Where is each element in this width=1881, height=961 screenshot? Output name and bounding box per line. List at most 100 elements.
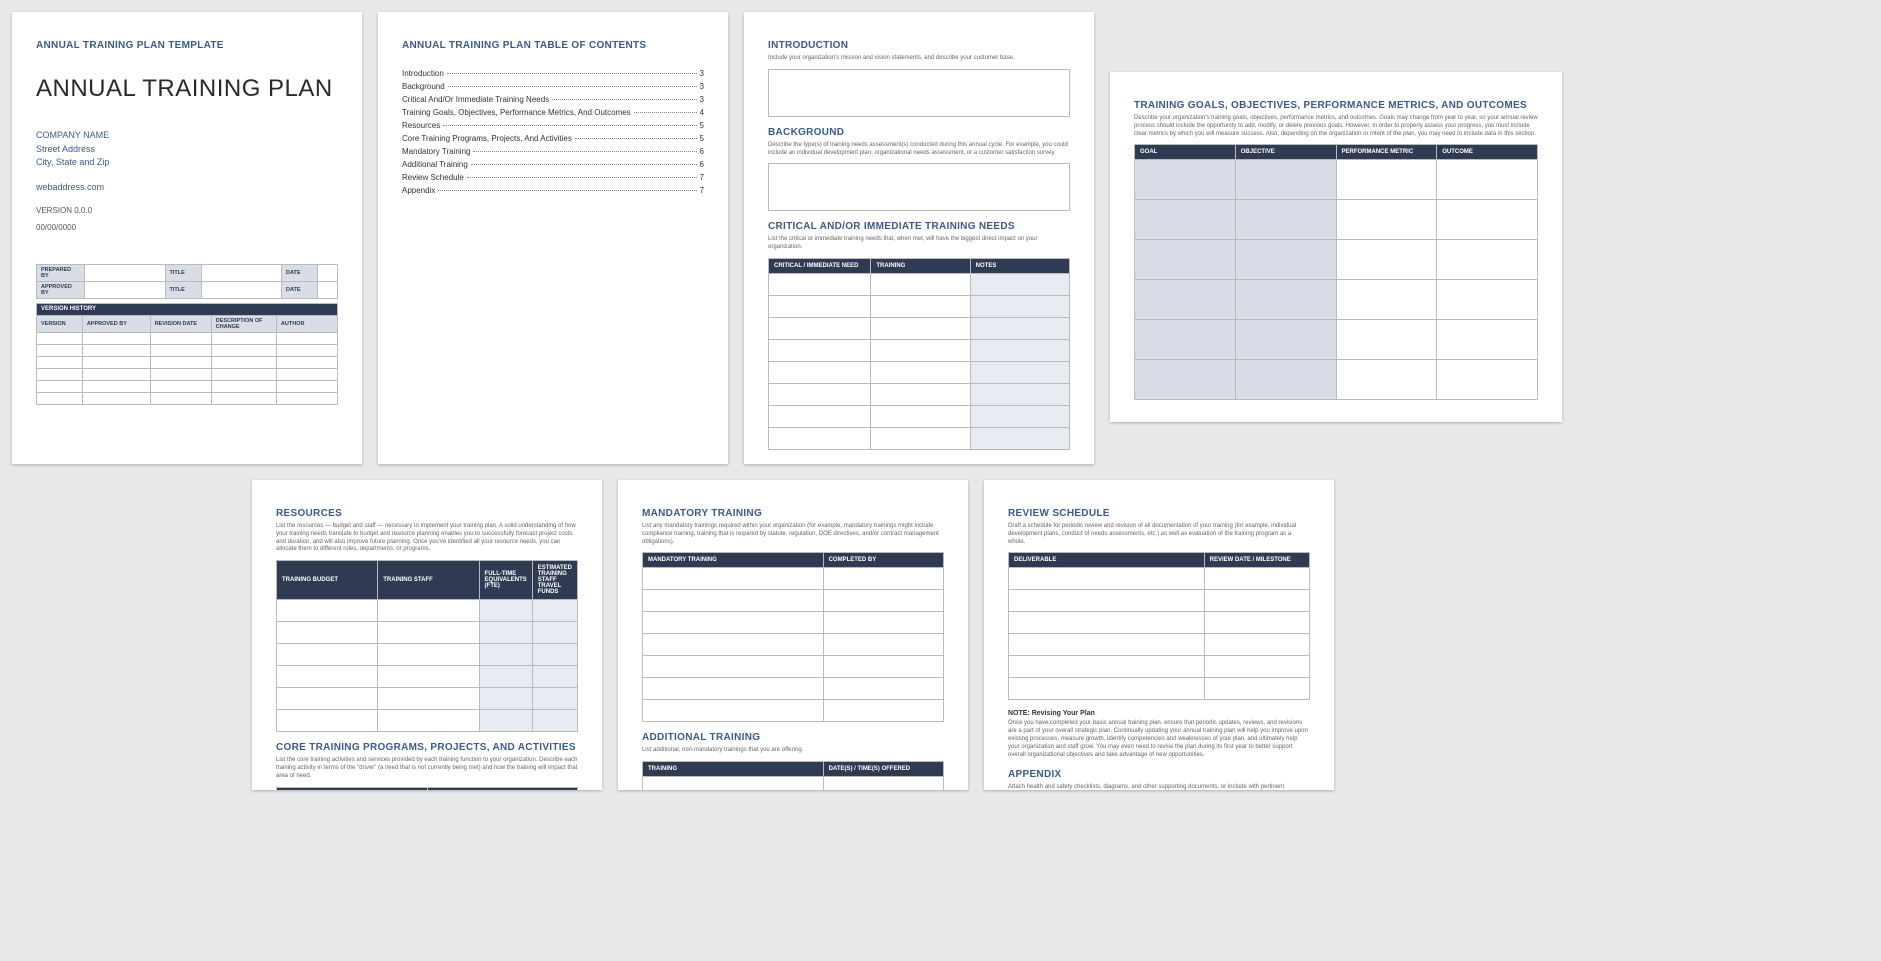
toc-item-label: Critical And/Or Immediate Training Needs	[402, 95, 549, 104]
mand-col-0: MANDATORY TRAINING	[643, 553, 824, 568]
crit-col-2: NOTES	[970, 258, 1069, 273]
review-table: DELIVERABLE REVIEW DATE / MILESTONE	[1008, 552, 1310, 700]
title-label-1: TITLE	[165, 264, 201, 281]
toc-item-label: Review Schedule	[402, 173, 464, 182]
toc-dots	[471, 164, 697, 165]
date-label-1: DATE	[282, 264, 318, 281]
toc-item: Introduction 3	[402, 69, 704, 78]
signoff-table: PREPARED BY TITLE DATE APPROVED BY TITLE…	[36, 264, 338, 299]
toc-item-page: 3	[700, 69, 704, 78]
vh-col-1: APPROVED BY	[82, 315, 150, 332]
document-title: ANNUAL TRAINING PLAN	[36, 75, 338, 103]
toc-item: Appendix 7	[402, 186, 704, 195]
toc-item-label: Mandatory Training	[402, 147, 470, 156]
intro-input[interactable]	[768, 69, 1070, 117]
resources-table: TRAINING BUDGET TRAINING STAFF FULL-TIME…	[276, 560, 578, 732]
toc-item: Review Schedule 7	[402, 173, 704, 182]
goals-col-0: GOAL	[1135, 145, 1236, 160]
crit-col-1: TRAINING	[871, 258, 970, 273]
toc-item-page: 4	[700, 108, 704, 117]
version-history-header: VERSION HISTORY	[37, 303, 338, 315]
toc-dots	[438, 190, 696, 191]
approved-by-cell[interactable]	[85, 281, 166, 298]
toc-item-page: 3	[700, 95, 704, 104]
toc-item: Background3	[402, 82, 704, 91]
crit-desc: List the critical or immediate training …	[768, 236, 1070, 252]
goals-col-1: OBJECTIVE	[1235, 145, 1336, 160]
bg-title: BACKGROUND	[768, 127, 1070, 138]
vh-col-2: REVISION DATE	[150, 315, 211, 332]
page-cover: ANNUAL TRAINING PLAN TEMPLATE ANNUAL TRA…	[12, 12, 362, 464]
note-body: Once you have completed your basic annua…	[1008, 720, 1310, 759]
core-title: CORE TRAINING PROGRAMS, PROJECTS, AND AC…	[276, 742, 578, 753]
toc-dots	[634, 112, 697, 113]
version-line: VERSION 0.0.0	[36, 206, 338, 215]
version-history-table: VERSION HISTORY VERSION APPROVED BY REVI…	[36, 303, 338, 405]
toc-item-page: 5	[700, 134, 704, 143]
company-name: COMPANY NAME	[36, 129, 338, 143]
toc-item-label: Introduction	[402, 69, 444, 78]
intro-desc: Include your organization's mission and …	[768, 55, 1070, 63]
page-mandatory: MANDATORY TRAINING List any mandatory tr…	[618, 480, 968, 790]
toc-item: Resources5	[402, 121, 704, 130]
res-col-1: TRAINING STAFF	[378, 561, 479, 600]
mandatory-table: MANDATORY TRAINING COMPLETED BY	[642, 552, 944, 722]
toc-item-page: 7	[700, 173, 704, 182]
date-cell-2[interactable]	[318, 281, 338, 298]
toc-item-page: 6	[700, 160, 704, 169]
toc-dots	[443, 125, 696, 126]
page-review: REVIEW SCHEDULE Draft a schedule for per…	[984, 480, 1334, 790]
prepared-by-cell[interactable]	[85, 264, 166, 281]
mand-desc: List any mandatory trainings required wi…	[642, 523, 944, 546]
toc-dots	[448, 86, 697, 87]
bg-input[interactable]	[768, 163, 1070, 211]
toc-item: Core Training Programs, Projects, And Ac…	[402, 134, 704, 143]
goals-desc: Describe your organization's training go…	[1134, 115, 1538, 138]
page-goals: TRAINING GOALS, OBJECTIVES, PERFORMANCE …	[1110, 72, 1562, 422]
vh-col-3: DESCRIPTION OF CHANGE	[211, 315, 276, 332]
res-col-3: ESTIMATED TRAINING STAFF TRAVEL FUNDS	[532, 561, 577, 600]
pages-row-2: RESOURCES List the resources — budget an…	[252, 480, 1869, 790]
res-col-0: TRAINING BUDGET	[277, 561, 378, 600]
date-line: 00/00/0000	[36, 223, 338, 232]
toc-item: Critical And/Or Immediate Training Needs…	[402, 95, 704, 104]
page-intro-bg-critical: INTRODUCTION Include your organization's…	[744, 12, 1094, 464]
prepared-by-label: PREPARED BY	[37, 264, 85, 281]
vh-col-4: AUTHOR	[276, 315, 337, 332]
crit-title: CRITICAL AND/OR IMMEDIATE TRAINING NEEDS	[768, 221, 1070, 232]
company-info: COMPANY NAME Street Address City, State …	[36, 129, 338, 170]
toc-item-label: Additional Training	[402, 160, 468, 169]
add-desc: List additional, non-mandatory trainings…	[642, 747, 944, 755]
toc-item-page: 7	[700, 186, 704, 195]
template-header: ANNUAL TRAINING PLAN TEMPLATE	[36, 40, 338, 51]
toc-item: Additional Training 6	[402, 160, 704, 169]
note-title: NOTE: Revising Your Plan	[1008, 710, 1310, 717]
rev-title: REVIEW SCHEDULE	[1008, 508, 1310, 519]
rev-col-0: DELIVERABLE	[1009, 553, 1205, 568]
toc-dots	[467, 177, 697, 178]
crit-col-0: CRITICAL / IMMEDIATE NEED	[769, 258, 871, 273]
date-cell-1[interactable]	[318, 264, 338, 281]
toc-item-label: Resources	[402, 121, 440, 130]
res-desc: List the resources — budget and staff — …	[276, 523, 578, 554]
company-web: webaddress.com	[36, 182, 338, 192]
app-title: APPENDIX	[1008, 769, 1310, 780]
app-desc: Attach health and safety checklists, dia…	[1008, 784, 1310, 790]
page-resources: RESOURCES List the resources — budget an…	[252, 480, 602, 790]
intro-title: INTRODUCTION	[768, 40, 1070, 51]
goals-table: GOAL OBJECTIVE PERFORMANCE METRIC OUTCOM…	[1134, 144, 1538, 400]
company-street: Street Address	[36, 143, 338, 157]
title-cell-2[interactable]	[201, 281, 282, 298]
goals-col-2: PERFORMANCE METRIC	[1336, 145, 1437, 160]
toc-item-label: Appendix	[402, 186, 435, 195]
toc-dots	[552, 99, 696, 100]
core-table: DRIVER TRAINING PROGRAM / PROJECT / ACTI…	[276, 787, 578, 790]
goals-col-3: OUTCOME	[1437, 145, 1538, 160]
page-toc: ANNUAL TRAINING PLAN TABLE OF CONTENTS I…	[378, 12, 728, 464]
core-col-1: TRAINING PROGRAM / PROJECT / ACTIVITY	[427, 787, 578, 790]
critical-needs-table: CRITICAL / IMMEDIATE NEED TRAINING NOTES	[768, 258, 1070, 450]
pages-row-1: ANNUAL TRAINING PLAN TEMPLATE ANNUAL TRA…	[12, 12, 1869, 464]
core-desc: List the core training activities and se…	[276, 757, 578, 780]
rev-desc: Draft a schedule for periodic review and…	[1008, 523, 1310, 546]
title-cell-1[interactable]	[201, 264, 282, 281]
